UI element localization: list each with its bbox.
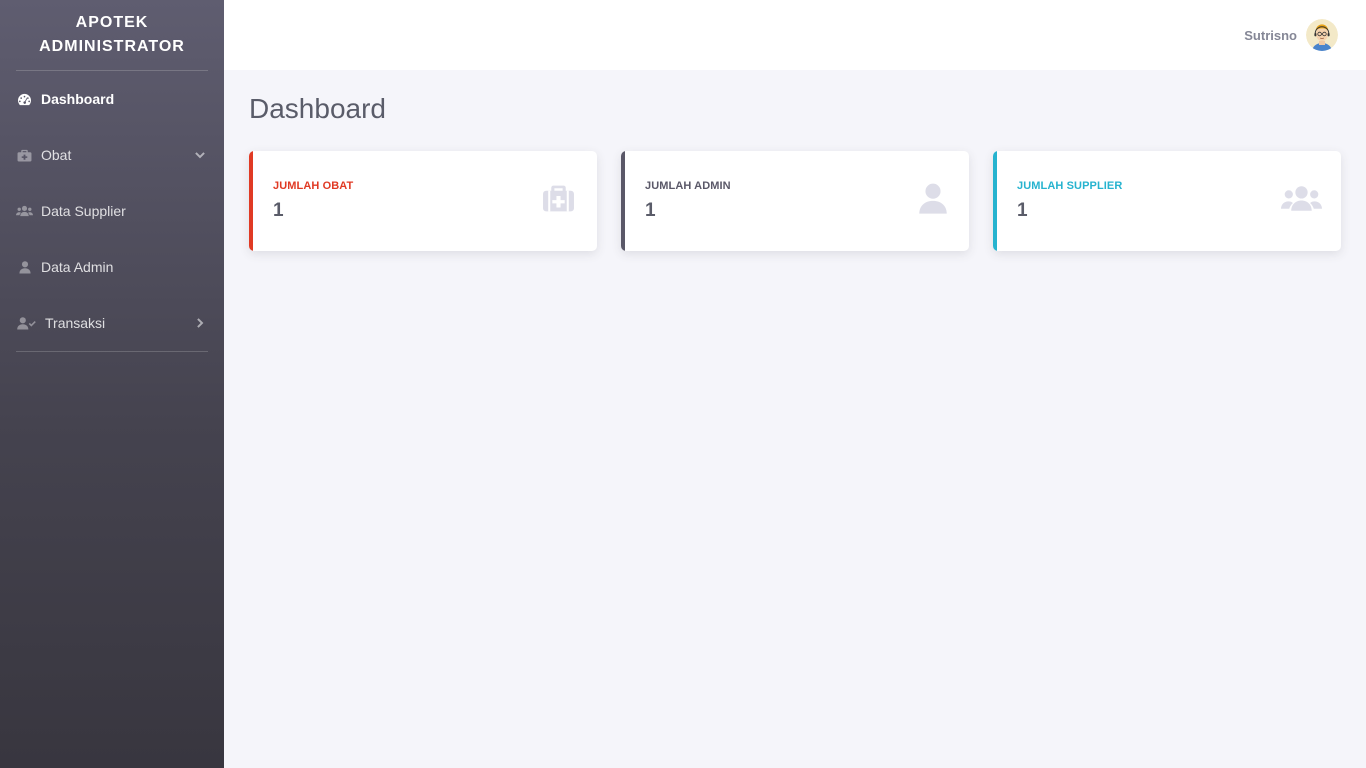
card-label: JUMLAH SUPPLIER: [1017, 180, 1123, 192]
users-icon: [1281, 184, 1322, 213]
sidebar-item-data-admin[interactable]: Data Admin: [0, 239, 224, 295]
sidebar: APOTEK ADMINISTRATOR Dashboard Obat Data…: [0, 0, 224, 768]
sidebar-item-dashboard[interactable]: Dashboard: [0, 71, 224, 127]
user-avatar[interactable]: [1306, 19, 1338, 51]
card-label: JUMLAH OBAT: [273, 180, 354, 192]
user-icon: [919, 183, 947, 215]
card-value: 1: [273, 200, 284, 221]
card-value: 1: [645, 200, 656, 221]
sidebar-item-data-supplier[interactable]: Data Supplier: [0, 183, 224, 239]
sidebar-item-label: Data Admin: [41, 259, 114, 275]
stat-card-obat: JUMLAH OBAT 1: [249, 151, 597, 251]
user-menu[interactable]: Sutrisno: [1244, 19, 1338, 51]
medkit-icon: [542, 183, 575, 213]
brand-line-1: APOTEK: [75, 14, 149, 31]
card-value: 1: [1017, 200, 1028, 221]
sidebar-nav: Dashboard Obat Data Supplier Data Admin: [0, 71, 224, 351]
chevron-right-icon[interactable]: [194, 317, 206, 329]
user-name: Sutrisno: [1244, 27, 1297, 43]
user-check-icon: [16, 316, 37, 330]
users-icon: [16, 204, 33, 218]
tachometer-icon: [16, 92, 33, 106]
sidebar-item-label: Transaksi: [45, 315, 106, 331]
sidebar-divider-bottom: [16, 351, 208, 352]
medkit-icon: [16, 148, 33, 162]
card-label: JUMLAH ADMIN: [645, 180, 731, 192]
brand-line-2: ADMINISTRATOR: [39, 38, 185, 55]
sidebar-item-transaksi[interactable]: Transaksi: [0, 295, 224, 351]
sidebar-item-label: Data Supplier: [41, 203, 126, 219]
chevron-down-icon[interactable]: [194, 149, 206, 161]
page-title: Dashboard: [249, 93, 386, 124]
topbar: Sutrisno: [224, 0, 1366, 70]
brand[interactable]: APOTEK ADMINISTRATOR: [0, 0, 224, 70]
sidebar-item-label: Obat: [41, 147, 72, 163]
sidebar-item-obat[interactable]: Obat: [0, 127, 224, 183]
sidebar-item-label: Dashboard: [41, 91, 115, 107]
stat-card-supplier: JUMLAH SUPPLIER 1: [993, 151, 1341, 251]
stat-card-admin: JUMLAH ADMIN 1: [621, 151, 969, 251]
user-icon: [16, 260, 33, 274]
